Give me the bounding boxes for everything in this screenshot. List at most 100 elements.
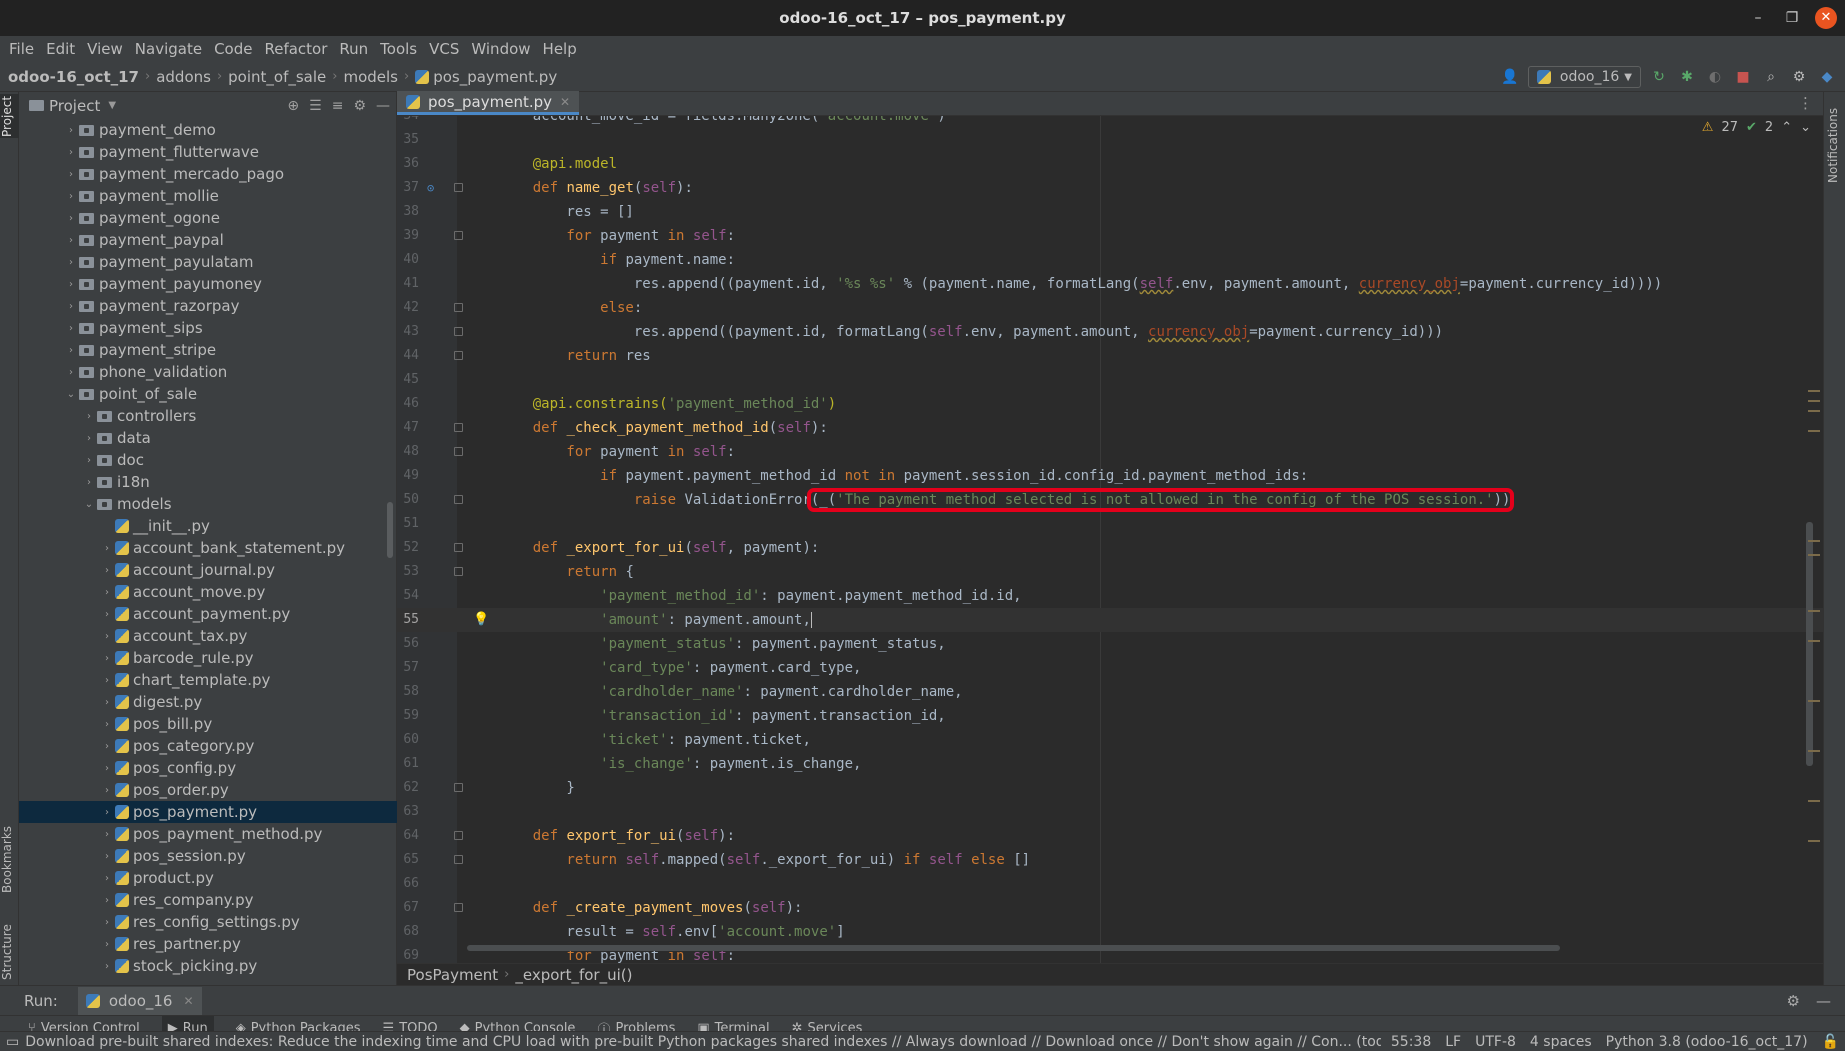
code-line[interactable]: 56 'payment_status': payment.payment_sta… [397, 632, 1823, 656]
chevron-right-icon[interactable]: › [81, 433, 97, 444]
tree-item[interactable]: › i18n [19, 471, 397, 493]
tree-item[interactable]: › digest.py [19, 691, 397, 713]
tool-tab-structure[interactable]: Structure [0, 922, 19, 982]
tree-item[interactable]: › payment_flutterwave [19, 141, 397, 163]
tree-item[interactable]: › account_payment.py [19, 603, 397, 625]
chevron-right-icon[interactable]: › [63, 257, 79, 268]
tree-item[interactable]: › pos_session.py [19, 845, 397, 867]
fold-icon[interactable] [454, 447, 463, 456]
tree-item[interactable]: › chart_template.py [19, 669, 397, 691]
tree-item[interactable]: › payment_stripe [19, 339, 397, 361]
code-line[interactable]: 63 [397, 800, 1823, 824]
editor-vertical-scrollbar[interactable] [1806, 522, 1813, 766]
chevron-right-icon[interactable]: › [99, 543, 115, 554]
user-icon[interactable]: 👤 [1500, 67, 1520, 87]
breadcrumb-class[interactable]: PosPayment [407, 966, 498, 984]
tree-item[interactable]: › product.py [19, 867, 397, 889]
code-line[interactable]: 51 [397, 512, 1823, 536]
tree-item[interactable]: › res_config_settings.py [19, 911, 397, 933]
menu-edit[interactable]: Edit [40, 40, 81, 58]
chevron-right-icon[interactable]: › [99, 741, 115, 752]
code-line[interactable]: 54 'payment_method_id': payment.payment_… [397, 584, 1823, 608]
chevron-right-icon[interactable]: › [99, 675, 115, 686]
chevron-right-icon[interactable]: › [99, 697, 115, 708]
chevron-right-icon[interactable]: › [63, 169, 79, 180]
fold-icon[interactable] [454, 831, 463, 840]
chevron-down-icon[interactable]: ⌄ [63, 389, 79, 400]
close-icon[interactable]: ✕ [1815, 7, 1837, 29]
breadcrumb-addons[interactable]: addons [156, 68, 211, 86]
chevron-right-icon[interactable]: › [99, 587, 115, 598]
code-line[interactable]: 58 'cardholder_name': payment.cardholder… [397, 680, 1823, 704]
chevron-right-icon[interactable]: › [63, 213, 79, 224]
code-line[interactable]: 57 'card_type': payment.card_type, [397, 656, 1823, 680]
tree-item[interactable]: › payment_payumoney [19, 273, 397, 295]
more-options-icon[interactable]: ⋮ [1798, 94, 1813, 112]
chevron-right-icon[interactable]: › [99, 719, 115, 730]
python-interpreter[interactable]: Python 3.8 (odoo-16_oct_17) [1606, 1034, 1808, 1050]
chevron-right-icon[interactable]: › [81, 455, 97, 466]
error-stripe-mark[interactable] [1808, 410, 1820, 412]
menu-vcs[interactable]: VCS [423, 40, 465, 58]
tree-item[interactable]: › pos_payment_method.py [19, 823, 397, 845]
fold-icon[interactable] [454, 903, 463, 912]
chevron-right-icon[interactable]: › [99, 631, 115, 642]
code-line[interactable]: 44 return res [397, 344, 1823, 368]
project-panel-title[interactable]: Project [49, 97, 100, 115]
error-stripe-mark[interactable] [1808, 840, 1820, 842]
error-stripe-mark[interactable] [1808, 640, 1820, 642]
notification-icon[interactable]: ▭ [6, 1034, 19, 1050]
override-icon[interactable]: ⊙ [427, 176, 434, 200]
collapse-all-icon[interactable]: ≡ [332, 98, 344, 114]
fold-icon[interactable] [454, 303, 463, 312]
tree-item[interactable]: › payment_demo [19, 119, 397, 141]
chevron-right-icon[interactable]: › [63, 323, 79, 334]
code-line[interactable]: 49 if payment.payment_method_id not in p… [397, 464, 1823, 488]
error-stripe-mark[interactable] [1808, 390, 1820, 392]
fold-icon[interactable] [454, 543, 463, 552]
chevron-right-icon[interactable]: › [99, 961, 115, 972]
code-line[interactable]: 62 } [397, 776, 1823, 800]
tree-item[interactable]: › pos_category.py [19, 735, 397, 757]
tree-item[interactable]: › payment_mollie [19, 185, 397, 207]
tree-item[interactable]: ⌄ point_of_sale [19, 383, 397, 405]
code-line[interactable]: 42 else: [397, 296, 1823, 320]
breadcrumb-method[interactable]: _export_for_ui() [515, 966, 632, 984]
tool-tab-project[interactable]: Project [0, 94, 19, 138]
chevron-right-icon[interactable]: › [99, 895, 115, 906]
restore-icon[interactable]: ❐ [1775, 0, 1809, 36]
code-line[interactable]: 47 def _check_payment_method_id(self): [397, 416, 1823, 440]
locate-icon[interactable]: ⊕ [287, 98, 299, 114]
menu-help[interactable]: Help [537, 40, 583, 58]
code-line[interactable]: 46 @api.constrains('payment_method_id') [397, 392, 1823, 416]
tree-item[interactable]: › payment_sips [19, 317, 397, 339]
tree-item[interactable]: ⌄ models [19, 493, 397, 515]
code-line[interactable]: 39 for payment in self: [397, 224, 1823, 248]
menu-window[interactable]: Window [465, 40, 536, 58]
code-line[interactable]: 60 'ticket': payment.ticket, [397, 728, 1823, 752]
caret-position[interactable]: 55:38 [1391, 1034, 1431, 1050]
code-line[interactable]: 65 return self.mapped(self._export_for_u… [397, 848, 1823, 872]
run-tab[interactable]: odoo_16 ✕ [77, 986, 202, 1015]
code-line[interactable]: 61 'is_change': payment.is_change, [397, 752, 1823, 776]
chevron-right-icon[interactable]: › [99, 785, 115, 796]
fold-icon[interactable] [454, 855, 463, 864]
chevron-right-icon[interactable]: › [99, 873, 115, 884]
tree-item[interactable]: › controllers [19, 405, 397, 427]
code-line[interactable]: 66 [397, 872, 1823, 896]
menu-run[interactable]: Run [333, 40, 374, 58]
menu-code[interactable]: Code [208, 40, 258, 58]
code-line[interactable]: 40 if payment.name: [397, 248, 1823, 272]
error-stripe-mark[interactable] [1808, 750, 1820, 752]
chevron-right-icon[interactable]: › [63, 279, 79, 290]
inspection-widget[interactable]: ⚠ 27 ✔ 2 ⌃ ⌄ [1702, 120, 1811, 135]
menu-view[interactable]: View [81, 40, 129, 58]
code-line[interactable]: 67 def _create_payment_moves(self): [397, 896, 1823, 920]
tree-item[interactable]: › account_journal.py [19, 559, 397, 581]
tree-item[interactable]: › doc [19, 449, 397, 471]
tree-item[interactable]: › payment_razorpay [19, 295, 397, 317]
code-view[interactable]: 34 account_move_id = fields.Many2one('ac… [397, 116, 1823, 963]
chevron-down-icon[interactable]: ⌄ [1800, 120, 1811, 135]
tree-item[interactable]: › barcode_rule.py [19, 647, 397, 669]
code-line[interactable]: 35 [397, 128, 1823, 152]
